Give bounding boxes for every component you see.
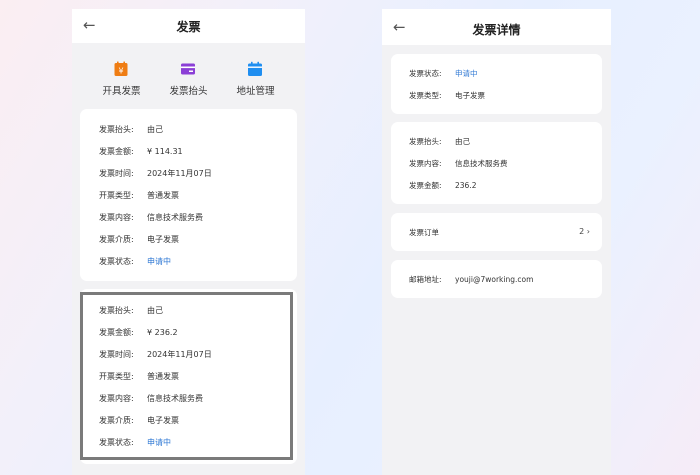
email-row: 邮箱地址: youji@7working.com xyxy=(409,275,534,284)
status-badge: 申请中 xyxy=(147,257,171,266)
issue-invoice-button[interactable]: ¥ 开具发票 xyxy=(102,43,141,103)
calendar-icon xyxy=(248,61,263,76)
invoice-amount-row: 发票金额: 236.2 xyxy=(409,181,477,190)
nav-bar: ← 发票 xyxy=(72,9,305,43)
selection-highlight-frame xyxy=(80,292,293,460)
invoice-list-screen: ← 发票 ¥ 开具发票 发票抬头 地址管理 发票抬头: 由己 发票金额: ¥ 1… xyxy=(72,9,305,475)
invoice-card[interactable]: 发票抬头: 由己 发票金额: ¥ 114.31 发票时间: 2024年11月07日 开… xyxy=(80,109,297,281)
invoice-title-row: 发票抬头: 由己 xyxy=(409,137,470,146)
invoice-detail-screen: ← 发票详情 发票状态: 申请中 发票类型: 电子发票 发票抬头: 由己 发票内容: 信… xyxy=(382,9,611,475)
invoice-title-label: 发票抬头 xyxy=(169,86,208,97)
card-icon xyxy=(181,63,196,75)
invoice-order-row[interactable]: 发票订单 2 › xyxy=(391,213,602,251)
order-count: 2 › xyxy=(579,227,590,236)
invoice-type-row: 开票类型: 普通发票 xyxy=(99,191,179,200)
invoice-order-label: 发票订单 xyxy=(409,228,439,237)
yen-receipt-icon: ¥ xyxy=(114,61,128,76)
invoice-content-row: 发票内容: 信息技术服务费 xyxy=(409,159,508,168)
type-row: 发票类型: 电子发票 xyxy=(409,91,485,100)
page-title: 发票详情 xyxy=(472,23,521,37)
invoice-status-row: 发票状态: 申请中 xyxy=(99,257,171,266)
nav-bar: ← 发票详情 xyxy=(382,9,611,45)
invoice-info-card: 发票抬头: 由己 发票内容: 信息技术服务费 发票金额: 236.2 xyxy=(391,122,602,204)
page-title: 发票 xyxy=(176,20,201,34)
status-card: 发票状态: 申请中 发票类型: 电子发票 xyxy=(391,54,602,114)
invoice-content-row: 发票内容: 信息技术服务费 xyxy=(99,213,203,222)
chevron-right-icon: › xyxy=(586,227,590,236)
status-row: 发票状态: 申请中 xyxy=(409,69,478,78)
address-manage-label: 地址管理 xyxy=(236,86,275,97)
email-card: 邮箱地址: youji@7working.com xyxy=(391,260,602,298)
status-badge: 申请中 xyxy=(455,69,478,78)
invoice-date-row: 发票时间: 2024年11月07日 xyxy=(99,169,212,178)
invoice-amount-row: 发票金额: ¥ 114.31 xyxy=(99,147,183,156)
invoice-medium-row: 发票介质: 电子发票 xyxy=(99,235,179,244)
address-manage-button[interactable]: 地址管理 xyxy=(236,43,275,103)
invoice-title-row: 发票抬头: 由己 xyxy=(99,125,163,134)
quick-actions: ¥ 开具发票 发票抬头 地址管理 xyxy=(72,43,305,103)
svg-text:¥: ¥ xyxy=(119,67,124,76)
issue-invoice-label: 开具发票 xyxy=(102,86,141,97)
invoice-title-button[interactable]: 发票抬头 xyxy=(169,43,208,103)
